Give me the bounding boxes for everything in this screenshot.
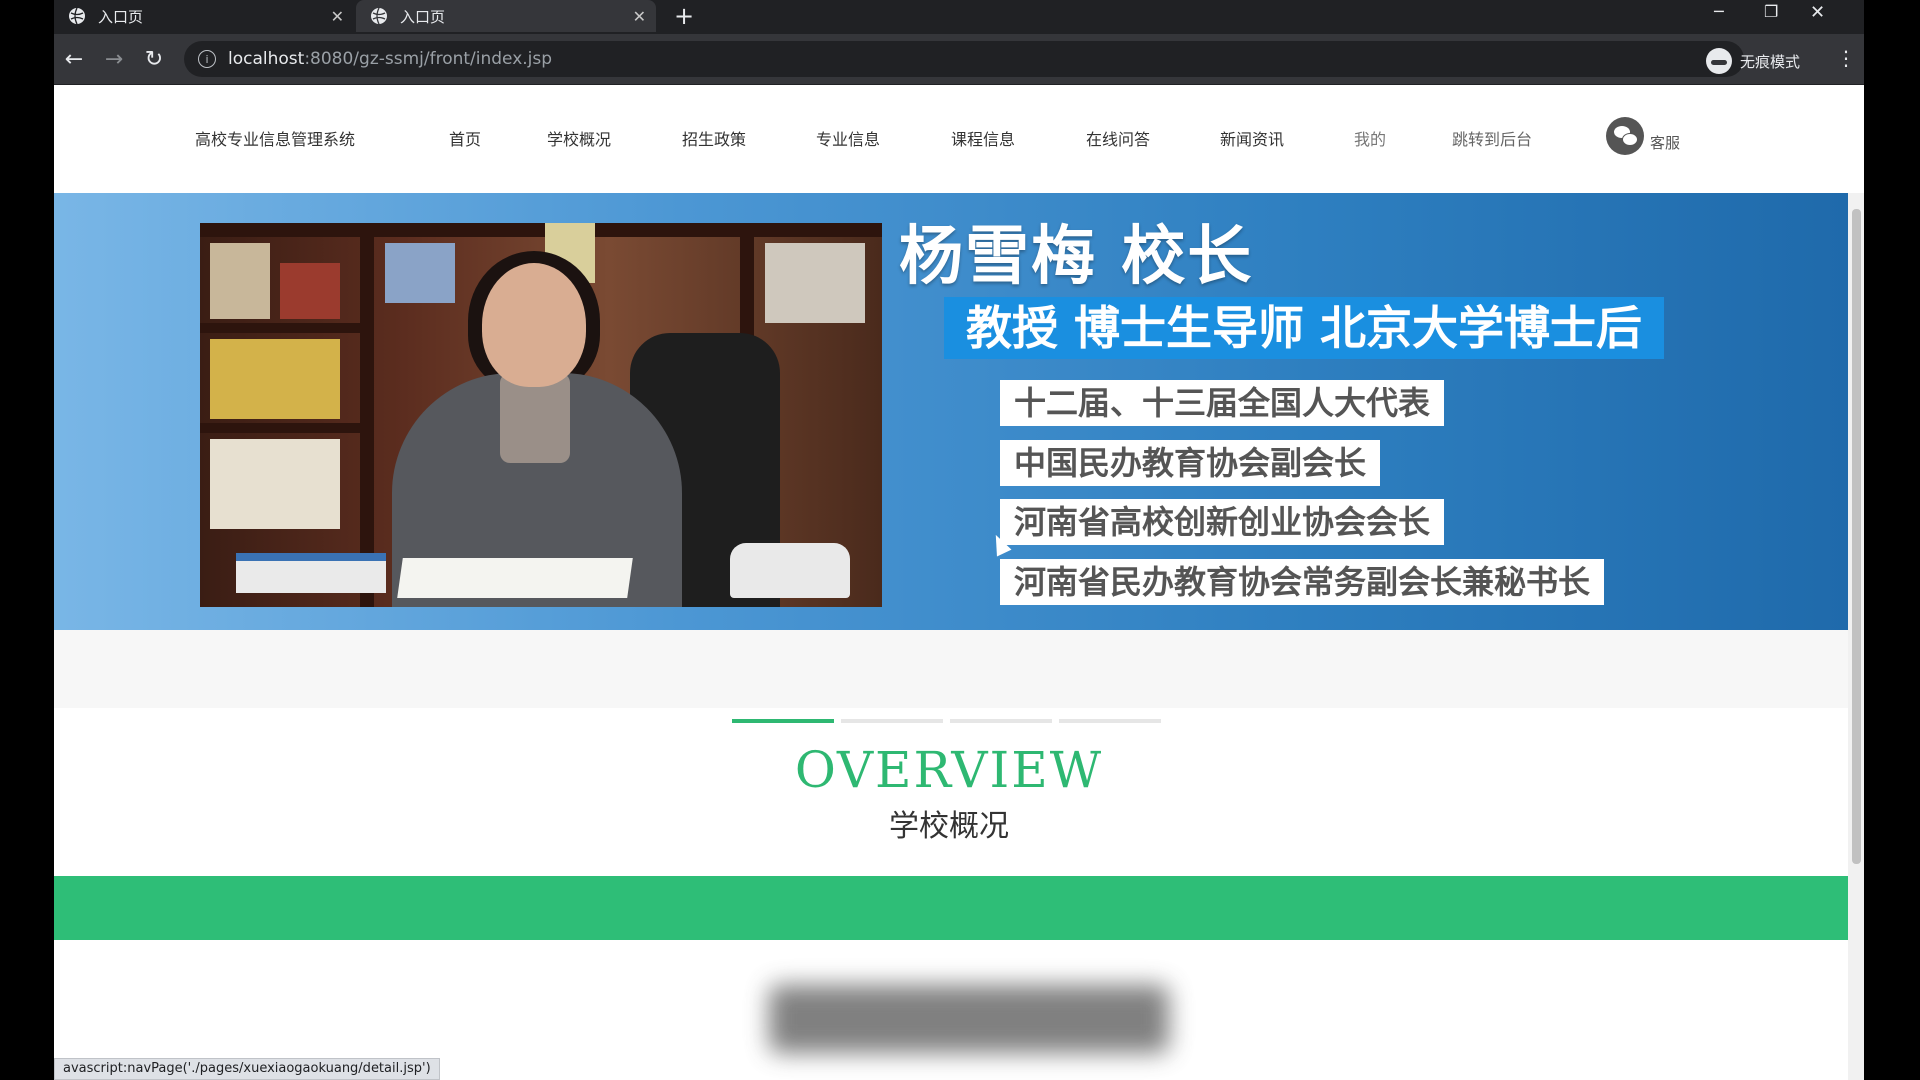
tab-strip: 入口页 ✕ 入口页 ✕ + ─ ❐ ✕ xyxy=(54,0,1864,32)
nav-item-admin[interactable]: 跳转到后台 xyxy=(1452,126,1532,150)
page-scrollbar[interactable] xyxy=(1848,193,1864,1080)
section-title-en: OVERVIEW xyxy=(794,741,1104,799)
nav-item-news[interactable]: 新闻资讯 xyxy=(1220,126,1284,150)
new-tab-button[interactable]: + xyxy=(674,2,694,30)
banner-carousel[interactable]: 杨雪梅 校长 教授 博士生导师 北京大学博士后 十二届、十三届全国人大代表 中国… xyxy=(54,193,1848,630)
menu-icon[interactable]: ⋮ xyxy=(1836,46,1856,70)
close-tab-icon[interactable]: ✕ xyxy=(331,7,344,26)
incognito-icon xyxy=(1706,48,1732,74)
info-icon[interactable]: i xyxy=(198,50,216,68)
slider-indicator-2[interactable] xyxy=(841,719,943,723)
tab-title: 入口页 xyxy=(400,7,446,26)
nav-item-online-qa[interactable]: 在线问答 xyxy=(1086,126,1150,150)
web-page: 高校专业信息管理系统 首页 学校概况 招生政策 专业信息 课程信息 在线问答 新… xyxy=(54,85,1864,1080)
address-bar[interactable]: i localhost:8080/gz-ssmj/front/index.jsp… xyxy=(184,41,1744,77)
nav-item-major-info[interactable]: 专业信息 xyxy=(816,126,880,150)
banner-line: 十二届、十三届全国人大代表 xyxy=(1000,380,1445,426)
browser-chrome: 入口页 ✕ 入口页 ✕ + ─ ❐ ✕ ← → ↻ i localhost:8 xyxy=(54,0,1864,85)
tab-title: 入口页 xyxy=(98,7,144,26)
restore-button[interactable]: ❐ xyxy=(1764,2,1778,21)
customer-service-label: 客服 xyxy=(1650,134,1681,152)
url-host: localhost xyxy=(228,49,305,69)
close-window-button[interactable]: ✕ xyxy=(1810,2,1825,23)
back-icon[interactable]: ← xyxy=(54,47,94,72)
customer-service-button[interactable]: 客服 xyxy=(1606,117,1680,155)
nav-item-admission-policy[interactable]: 招生政策 xyxy=(682,126,746,150)
site-navbar: 高校专业信息管理系统 首页 学校概况 招生政策 专业信息 课程信息 在线问答 新… xyxy=(54,85,1864,193)
banner-line: 河南省民办教育协会常务副会长兼秘书长 xyxy=(1000,559,1605,605)
president-photo xyxy=(200,223,882,607)
globe-icon xyxy=(69,7,85,25)
incognito-label: 无痕模式 xyxy=(1740,52,1801,71)
url-path: :8080/gz-ssmj/front/index.jsp xyxy=(304,49,553,69)
banner-line: 中国民办教育协会副会长 xyxy=(1000,440,1381,486)
nav-item-course-info[interactable]: 课程信息 xyxy=(951,126,1015,150)
nav-item-home[interactable]: 首页 xyxy=(449,126,481,150)
banner-subtitle: 教授 博士生导师 北京大学博士后 xyxy=(944,297,1665,359)
section-green-bar xyxy=(54,876,1848,940)
minimize-button[interactable]: ─ xyxy=(1714,2,1724,21)
slider-indicator-4[interactable] xyxy=(1059,719,1161,723)
browser-tab-2[interactable]: 入口页 ✕ xyxy=(356,0,656,32)
status-bar: avascript:navPage('./pages/xuexiaogaokua… xyxy=(54,1058,440,1080)
reload-icon[interactable]: ↻ xyxy=(134,47,174,72)
site-brand[interactable]: 高校专业信息管理系统 xyxy=(195,126,355,150)
wechat-icon xyxy=(1606,117,1644,155)
nav-item-mine[interactable]: 我的 xyxy=(1354,126,1386,150)
banner-line: 河南省高校创新创业协会会长 xyxy=(1000,499,1445,545)
browser-toolbar: ← → ↻ i localhost:8080/gz-ssmj/front/ind… xyxy=(54,34,1864,84)
scrollbar-thumb[interactable] xyxy=(1852,209,1861,864)
close-tab-icon[interactable]: ✕ xyxy=(633,7,646,26)
slider-indicator-3[interactable] xyxy=(950,719,1052,723)
banner-spacer xyxy=(54,630,1848,708)
nav-item-school-overview[interactable]: 学校概况 xyxy=(547,126,611,150)
banner-title: 杨雪梅 校长 xyxy=(899,220,1254,294)
browser-tab-1[interactable]: 入口页 ✕ xyxy=(54,0,354,32)
blurred-content xyxy=(769,985,1169,1053)
screen: 入口页 ✕ 入口页 ✕ + ─ ❐ ✕ ← → ↻ i localhost:8 xyxy=(0,0,1920,1080)
globe-icon xyxy=(371,7,387,25)
slider-indicator-1[interactable] xyxy=(732,719,834,723)
section-title-cn: 学校概况 xyxy=(889,809,1009,844)
incognito-indicator[interactable]: 无痕模式 xyxy=(1706,48,1800,74)
forward-icon[interactable]: → xyxy=(94,47,134,72)
